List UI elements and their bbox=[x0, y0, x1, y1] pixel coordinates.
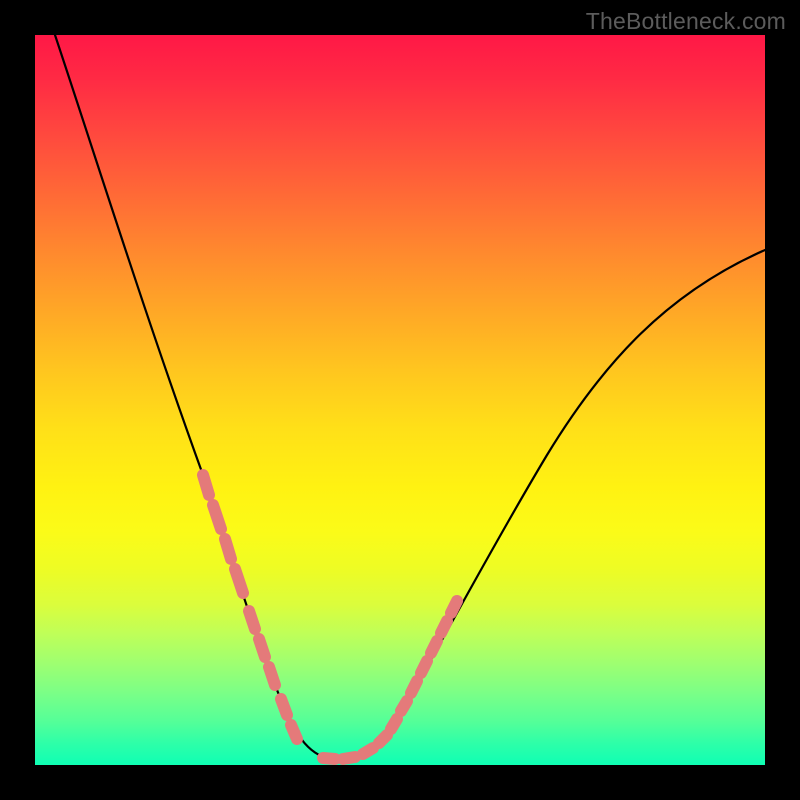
dash-icon bbox=[401, 701, 407, 711]
dash-icon bbox=[213, 505, 221, 529]
dash-icon bbox=[441, 621, 447, 633]
dash-icon bbox=[291, 725, 297, 739]
watermark-text: TheBottleneck.com bbox=[586, 8, 786, 35]
dash-icon bbox=[281, 699, 287, 715]
dash-icon bbox=[203, 475, 209, 495]
dash-icon bbox=[225, 539, 231, 559]
highlight-left bbox=[203, 475, 297, 739]
dash-icon bbox=[249, 611, 255, 629]
dash-icon bbox=[235, 569, 243, 593]
dash-icon bbox=[421, 661, 427, 673]
dash-icon bbox=[431, 641, 437, 653]
dash-icon bbox=[323, 758, 335, 759]
dash-icon bbox=[451, 601, 457, 613]
dash-icon bbox=[379, 735, 387, 743]
dash-icon bbox=[411, 681, 417, 693]
dash-icon bbox=[363, 748, 373, 754]
plot-area bbox=[35, 35, 765, 765]
dash-icon bbox=[343, 757, 355, 759]
curve-layer bbox=[35, 35, 765, 765]
chart-stage: TheBottleneck.com bbox=[0, 0, 800, 800]
highlight-right bbox=[323, 601, 457, 759]
dash-icon bbox=[269, 667, 275, 685]
bottleneck-curve bbox=[55, 35, 765, 759]
dash-icon bbox=[391, 719, 397, 729]
dash-icon bbox=[259, 639, 265, 657]
